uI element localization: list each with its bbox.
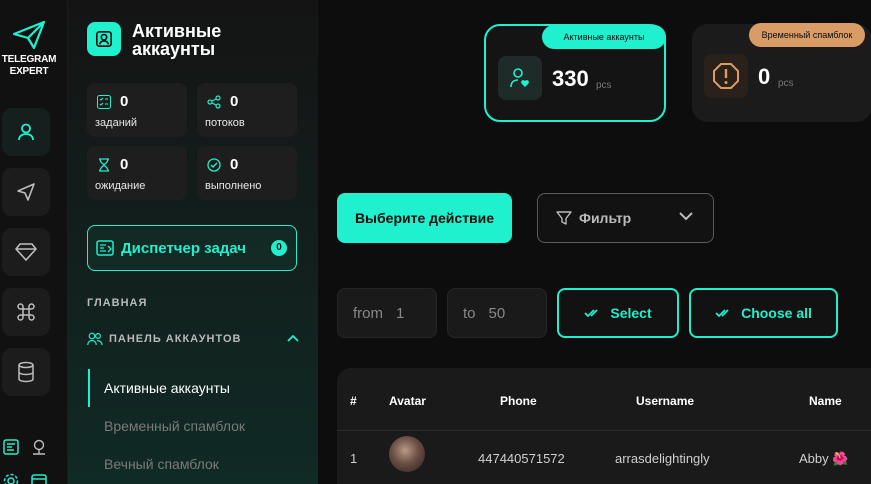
active-accounts-pill: Активные аккаунты — [542, 25, 666, 49]
sidebar: Активные аккаунты 0 заданий 0 потоков 0 … — [68, 0, 318, 484]
double-check-icon — [715, 309, 729, 318]
account-icon — [87, 22, 121, 56]
dispatcher-badge: 0 — [271, 240, 287, 256]
stat-label: выполнено — [205, 180, 262, 192]
range-from-value: 1 — [396, 304, 405, 322]
user-icon — [18, 123, 34, 141]
stat-label: ожидание — [95, 180, 146, 192]
stat-tasks: 0 заданий — [87, 83, 187, 137]
spamblock-count: 0 — [758, 64, 771, 89]
range-to-value: 50 — [488, 304, 506, 322]
report-icon — [3, 439, 19, 455]
users-icon — [87, 332, 103, 346]
dispatcher-label: Диспетчер задач — [121, 239, 246, 257]
spamblock-unit: pcs — [778, 78, 794, 89]
stat-value: 0 — [120, 156, 129, 173]
check-circle-icon — [207, 158, 221, 172]
stat-threads: 0 потоков — [197, 83, 297, 137]
active-nav-indicator — [88, 369, 90, 407]
accounts-panel-toggle[interactable]: ПАНЕЛЬ АККАУНТОВ — [87, 332, 299, 346]
avatar[interactable] — [389, 436, 425, 472]
rail-report-button[interactable] — [0, 436, 22, 458]
accounts-panel-label: ПАНЕЛЬ АККАУНТОВ — [109, 333, 242, 345]
sidebar-header: Активные аккаунты — [87, 22, 242, 58]
support-icon — [33, 439, 45, 455]
send-icon — [17, 183, 35, 201]
row-number: 1 — [350, 451, 358, 466]
row-name: Abby 🌺 — [799, 451, 849, 466]
diamond-icon — [15, 243, 37, 261]
user-heart-icon — [498, 56, 542, 100]
column-phone[interactable]: Phone — [500, 394, 537, 408]
active-accounts-count: 330 — [552, 66, 589, 91]
nav-permanent-spamblock[interactable]: Вечный спамблок — [104, 456, 219, 472]
hourglass-icon — [99, 158, 109, 172]
nav-active-accounts[interactable]: Активные аккаунты — [104, 380, 230, 396]
rail-settings-button[interactable] — [0, 470, 22, 484]
rail-database-button[interactable] — [2, 348, 50, 396]
range-from-label: from — [353, 304, 383, 322]
column-username[interactable]: Username — [636, 394, 694, 408]
select-button[interactable]: Select — [557, 288, 679, 338]
rail-support-button[interactable] — [28, 436, 50, 458]
stat-value: 0 — [120, 93, 129, 110]
sidebar-title: Активные аккаунты — [132, 21, 222, 59]
stat-waiting: 0 ожидание — [87, 146, 187, 200]
column-number[interactable]: # — [350, 394, 357, 408]
column-avatar[interactable]: Avatar — [389, 394, 426, 408]
rail-send-button[interactable] — [2, 168, 50, 216]
rail-browser-button[interactable] — [28, 470, 50, 484]
left-rail: TELEGRAM EXPERT — [0, 0, 68, 484]
brand-line1: TELEGRAM — [1, 54, 57, 65]
warning-octagon-icon — [704, 54, 748, 98]
rail-accounts-button[interactable] — [2, 108, 50, 156]
column-name[interactable]: Name — [809, 394, 842, 408]
choose-all-label: Choose all — [741, 305, 812, 321]
task-dispatcher-button[interactable]: Диспетчер задач 0 — [87, 225, 297, 271]
active-accounts-unit: pcs — [596, 80, 612, 91]
accounts-table: # Avatar Phone Username Name 1 447440571… — [337, 368, 871, 484]
stat-completed: 0 выполнено — [197, 146, 297, 200]
chevron-down-icon — [679, 212, 693, 221]
database-icon — [18, 361, 34, 383]
command-icon — [17, 303, 35, 321]
brand-line2: EXPERT — [9, 66, 49, 77]
range-from-input[interactable]: from 1 — [337, 288, 437, 338]
spamblock-pill: Временный спамблок — [749, 23, 865, 47]
browser-icon — [31, 474, 47, 484]
rail-command-button[interactable] — [2, 288, 50, 336]
nav-temp-spamblock[interactable]: Временный спамблок — [104, 418, 245, 434]
table-header-divider — [337, 430, 871, 431]
rail-diamond-button[interactable] — [2, 228, 50, 276]
dispatcher-icon — [96, 240, 114, 256]
chevron-up-icon — [287, 334, 299, 342]
choose-action-button[interactable]: Выберите действие — [337, 193, 512, 243]
share-nodes-icon — [207, 95, 221, 109]
row-phone: 447440571572 — [478, 451, 565, 466]
section-main-heading: ГЛАВНАЯ — [87, 297, 148, 309]
stat-value: 0 — [230, 93, 239, 110]
stat-label: потоков — [205, 117, 245, 129]
choose-all-button[interactable]: Choose all — [689, 288, 838, 338]
filter-icon — [556, 211, 572, 225]
checklist-icon — [97, 95, 111, 109]
row-username: arrasdelightingly — [615, 451, 710, 466]
stat-label: заданий — [95, 117, 138, 129]
double-check-icon — [584, 309, 599, 318]
active-accounts-card[interactable]: Активные аккаунты 330 pcs — [484, 24, 666, 122]
filter-dropdown[interactable]: Фильтр — [537, 193, 714, 243]
app-root: TELEGRAM EXPERT Активные аккаунты 0 зада… — [0, 0, 871, 484]
brand-logo[interactable]: TELEGRAM EXPERT — [0, 20, 58, 78]
range-to-label: to — [463, 304, 476, 322]
range-to-input[interactable]: to 50 — [447, 288, 547, 338]
paper-plane-logo-icon — [12, 20, 46, 50]
select-label: Select — [610, 305, 652, 321]
gear-icon — [3, 473, 19, 484]
spamblock-card[interactable]: Временный спамблок 0 pcs — [692, 23, 871, 122]
stat-value: 0 — [230, 156, 239, 173]
filter-label: Фильтр — [579, 210, 632, 226]
